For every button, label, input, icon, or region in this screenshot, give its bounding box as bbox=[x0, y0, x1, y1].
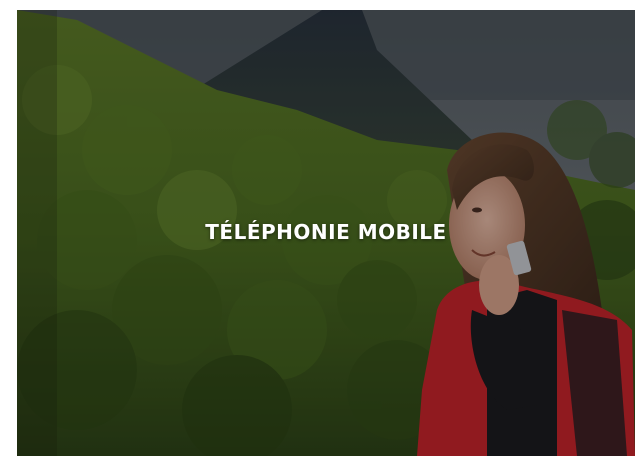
card-title: TÉLÉPHONIE MOBILE bbox=[205, 220, 447, 244]
category-card-telephonie-mobile[interactable]: TÉLÉPHONIE MOBILE bbox=[17, 10, 635, 456]
page: TÉLÉPHONIE MOBILE bbox=[0, 0, 641, 460]
